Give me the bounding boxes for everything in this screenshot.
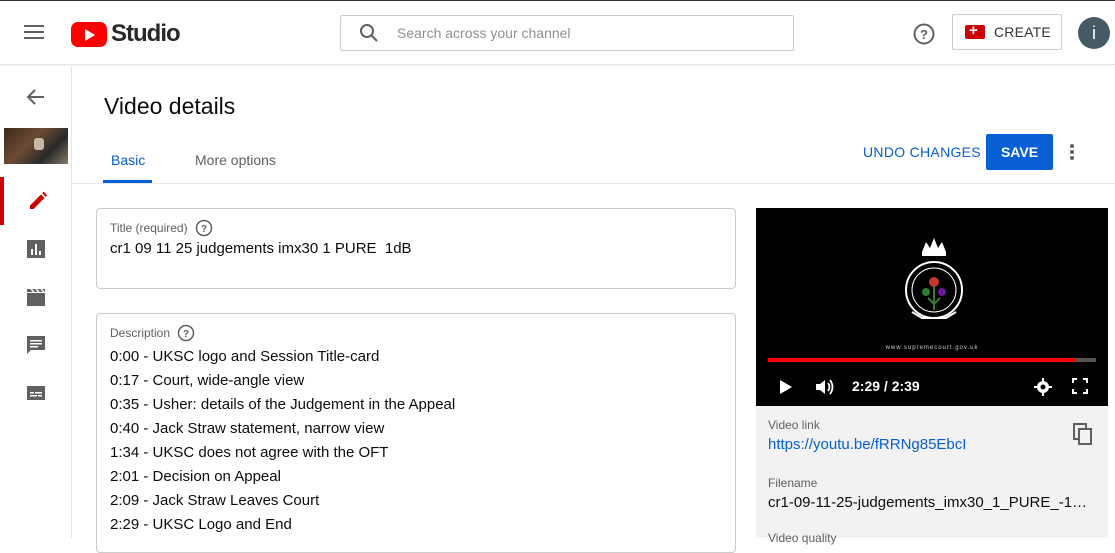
sidebar-item-editor[interactable] [0,273,71,321]
volume-icon[interactable] [814,378,836,396]
progress-bar[interactable] [768,358,1096,362]
help-icon[interactable]: ? [177,324,195,342]
tab-more-options[interactable]: More options [195,152,276,168]
play-icon[interactable] [776,378,794,396]
create-video-icon [965,22,985,39]
create-button[interactable]: CREATE [952,14,1062,50]
page-title: Video details [104,93,236,119]
sidebar-item-comments[interactable] [0,321,71,369]
sidebar [0,66,72,538]
video-link[interactable]: https://youtu.be/fRRNg85EbcI [768,436,966,453]
svg-text:?: ? [201,224,207,235]
more-vert-icon[interactable] [1070,144,1076,162]
back-arrow-icon[interactable] [25,86,47,108]
title-input[interactable]: cr1 09 11 25 judgements imx30 1 PURE 1dB [110,240,412,257]
help-icon[interactable]: ? [195,219,213,237]
search-bar[interactable] [340,15,794,51]
tab-divider [72,183,1115,184]
time-display: 2:29 / 2:39 [852,378,920,394]
studio-logo[interactable]: Studio [71,20,181,48]
svg-text:?: ? [183,329,189,340]
search-input[interactable] [397,25,757,41]
title-field[interactable]: Title (required) ? cr1 09 11 25 judgemen… [96,208,736,289]
description-line: 0:40 - Jack Straw statement, narrow view [110,420,385,437]
sidebar-item-details[interactable] [0,177,71,225]
avatar[interactable]: i [1078,17,1110,49]
description-label-row: Description ? [110,324,195,342]
main-content: Video details Basic More options UNDO CH… [72,66,1115,553]
site-url: www.supremecourt.gov.uk [885,345,979,351]
settings-gear-icon[interactable] [1034,378,1052,396]
search-icon [360,24,378,42]
help-icon[interactable]: ? [912,22,936,46]
video-quality-label: Video quality [768,531,837,545]
title-label: Title (required) [110,221,188,235]
svg-text:?: ? [920,27,928,42]
description-line: 0:00 - UKSC logo and Session Title-card [110,348,380,365]
pencil-icon [29,191,47,209]
video-player[interactable]: www.supremecourt.gov.uk 2:29 / 2:39 [756,208,1108,406]
description-field[interactable]: Description ? 0:00 - UKSC logo and Sessi… [96,313,736,553]
supreme-court-crest-icon [905,238,963,319]
progress-fill [768,358,1077,362]
top-bar: Studio ? CREATE i [0,0,1115,65]
description-line: 2:29 - UKSC Logo and End [110,516,292,533]
copy-icon[interactable] [1072,422,1094,446]
create-label: CREATE [994,24,1051,40]
video-info-panel: Video link https://youtu.be/fRRNg85EbcI … [756,406,1108,545]
video-thumbnail[interactable] [4,128,68,164]
fullscreen-icon[interactable] [1072,378,1088,394]
description-line: 2:09 - Jack Straw Leaves Court [110,492,320,509]
video-link-label: Video link [768,418,820,432]
editor-icon [26,288,45,306]
description-line: 1:34 - UKSC does not agree with the OFT [110,444,389,461]
sidebar-item-analytics[interactable] [0,225,71,273]
description-line: 0:35 - Usher: details of the Judgement i… [110,396,456,413]
filename-label: Filename [768,476,818,490]
sidebar-item-subtitles[interactable] [0,369,71,417]
analytics-icon [26,240,45,258]
save-button[interactable]: SAVE [986,134,1053,170]
description-label: Description [110,326,171,340]
filename-value: cr1-09-11-25-judgements_imx30_1_PURE_-1d… [768,494,1092,511]
description-input[interactable]: 0:00 - UKSC logo and Session Title-card … [110,345,455,537]
youtube-logo-icon [71,21,107,47]
description-line: 0:17 - Court, wide-angle view [110,372,305,389]
description-line: 2:01 - Decision on Appeal [110,468,281,485]
comments-icon [26,336,45,354]
subtitles-icon [26,386,45,400]
menu-icon[interactable] [24,25,46,43]
tab-basic[interactable]: Basic [111,152,145,168]
title-label-row: Title (required) ? [110,219,213,237]
logo-text: Studio [111,20,181,47]
undo-changes-button[interactable]: UNDO CHANGES [863,144,981,160]
